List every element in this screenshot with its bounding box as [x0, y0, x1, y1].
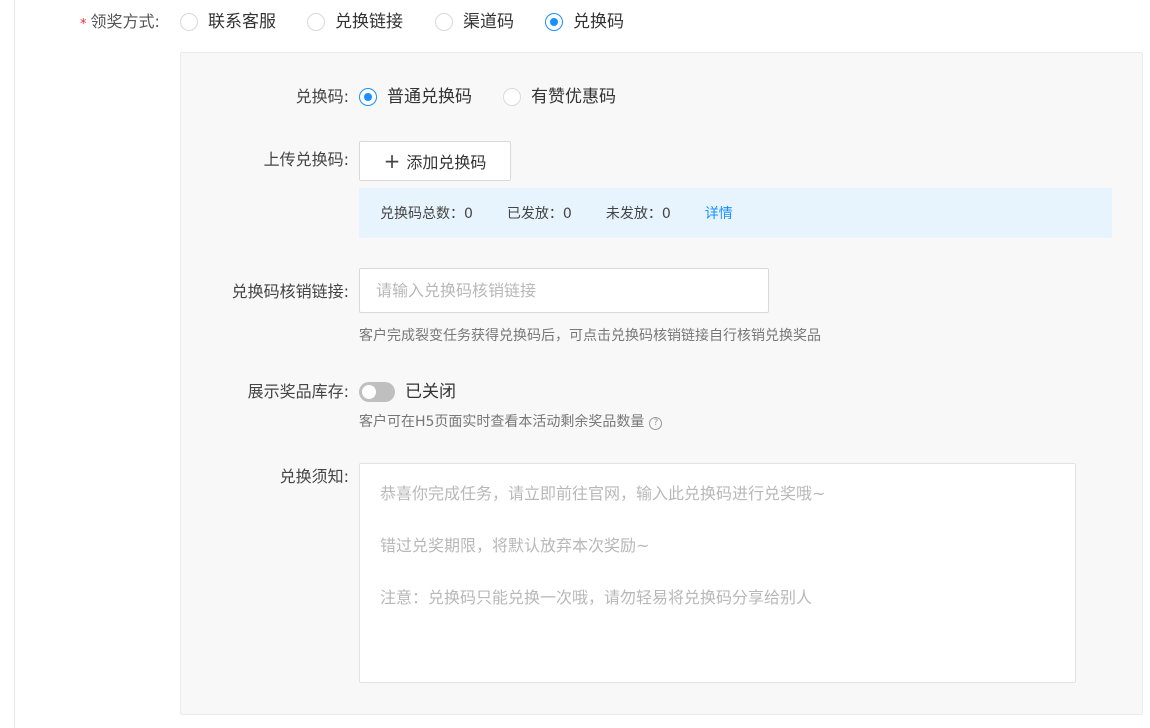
required-mark: * — [80, 17, 87, 32]
notice-placeholder-line: 注意：兑换码只能兑换一次哦，请勿轻易将兑换码分享给别人 — [380, 588, 813, 607]
upload-code-label: 上传兑换码: — [263, 150, 349, 169]
help-icon[interactable]: ? — [649, 417, 663, 430]
radio-label: 渠道码 — [463, 12, 514, 32]
add-code-button-label: 添加兑换码 — [406, 153, 487, 172]
radio-circle[interactable] — [545, 13, 563, 31]
radio-contact-service[interactable]: 联系客服 — [180, 10, 276, 34]
notice-textarea[interactable]: 恭喜你完成任务，请立即前往官网，输入此兑换码进行兑奖哦~ 错过兑奖期限，将默认放… — [359, 463, 1076, 683]
notice-placeholder-line: 恭喜你完成任务，请立即前往官网，输入此兑换码进行兑奖哦~ — [380, 484, 826, 503]
radio-label: 普通兑换码 — [387, 87, 472, 107]
radio-normal-code[interactable]: 普通兑换码 — [359, 85, 472, 109]
stock-display-label: 展示奖品库存: — [247, 382, 349, 401]
radio-redeem-link[interactable]: 兑换链接 — [307, 10, 403, 34]
toggle-knob — [362, 385, 376, 399]
left-divider — [14, 0, 15, 728]
stock-display-hint-text: 客户可在H5页面实时查看本活动剩余奖品数量 — [359, 414, 645, 430]
stock-display-toggle[interactable] — [359, 382, 395, 402]
plus-icon: + — [383, 149, 401, 173]
radio-redeem-code[interactable]: 兑换码 — [545, 10, 624, 34]
radio-circle[interactable] — [435, 13, 453, 31]
verify-link-input[interactable] — [359, 268, 769, 313]
radio-label: 兑换链接 — [335, 12, 403, 32]
radio-circle[interactable] — [180, 13, 198, 31]
notice-placeholder-line: 错过兑奖期限，将默认放弃本次奖励~ — [380, 536, 650, 555]
add-code-button[interactable]: + 添加兑换码 — [359, 141, 511, 181]
radio-label: 兑换码 — [573, 12, 624, 32]
code-type-label: 兑换码: — [295, 87, 349, 106]
stock-display-state: 已关闭 — [405, 382, 456, 402]
stock-display-hint: 客户可在H5页面实时查看本活动剩余奖品数量? — [359, 412, 663, 432]
notice-label: 兑换须知: — [279, 467, 349, 486]
stat-total: 兑换码总数：0 — [380, 206, 473, 222]
radio-youzan-coupon[interactable]: 有赞优惠码 — [503, 85, 616, 109]
radio-label: 有赞优惠码 — [531, 87, 616, 107]
stat-unissued: 未发放：0 — [605, 206, 671, 222]
stat-issued: 已发放：0 — [506, 206, 572, 222]
radio-circle[interactable] — [503, 88, 521, 106]
verify-link-hint: 客户完成裂变任务获得兑换码后，可点击兑换码核销链接自行核销兑换奖品 — [359, 328, 821, 344]
radio-channel-code[interactable]: 渠道码 — [435, 10, 514, 34]
reward-method-label-text: 领奖方式: — [90, 12, 160, 31]
code-stats-bar: 兑换码总数：0 已发放：0 未发放：0 详情 — [359, 188, 1112, 238]
verify-link-label: 兑换码核销链接: — [231, 282, 349, 301]
radio-circle[interactable] — [359, 88, 377, 106]
reward-method-label: * 领奖方式: — [80, 10, 160, 34]
radio-label: 联系客服 — [208, 12, 276, 32]
details-link[interactable]: 详情 — [705, 203, 733, 223]
radio-circle[interactable] — [307, 13, 325, 31]
